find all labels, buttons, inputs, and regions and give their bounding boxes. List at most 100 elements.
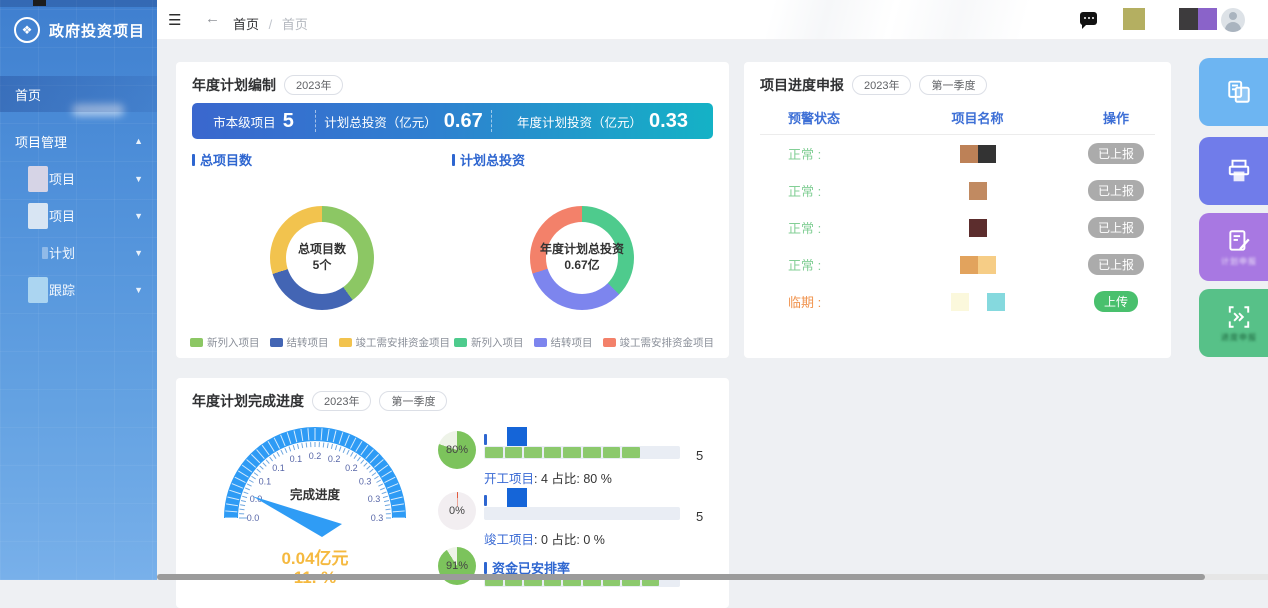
app-logo-icon: ❖ (14, 17, 40, 43)
section-accent-bar (192, 154, 195, 166)
reported-button[interactable]: 已上报 (1088, 180, 1144, 201)
message-icon[interactable] (1080, 12, 1097, 25)
legend-item[interactable]: 竣工需安排资金项目 (339, 335, 451, 350)
table-row: 正常 :已上报 (760, 135, 1155, 172)
bar-segment (485, 508, 503, 519)
redacted-bar-marker (507, 488, 527, 507)
reported-button[interactable]: 已上报 (1088, 143, 1144, 164)
sidebar-subitem-跟踪[interactable]: 跟踪▼ (0, 271, 157, 308)
stat-annual-investment: 年度计划投资（亿元） 0.33 (492, 110, 713, 133)
horizontal-scrollbar[interactable] (157, 574, 1268, 580)
table-row: 正常 : 已上报 (760, 209, 1155, 246)
sidebar-subitem-计划[interactable]: 计划▼ (0, 234, 157, 271)
sidebar-group-project-management[interactable]: 项目管理 ▲ (0, 122, 157, 160)
warning-status: 正常 : (760, 255, 878, 274)
back-arrow-icon[interactable]: ← (205, 10, 220, 27)
bar-segment (642, 508, 660, 519)
progress-bar-started (484, 446, 680, 459)
svg-text:0.2: 0.2 (345, 463, 358, 473)
redacted-badge-olive[interactable] (1123, 8, 1145, 30)
legend-item[interactable]: 结转项目 (534, 335, 593, 350)
sidebar-collapse-icon[interactable]: ☰ (168, 11, 181, 29)
column-warning-status: 预警状态 (760, 108, 878, 127)
sidebar-subitem-项目[interactable]: 项目▼ (0, 197, 157, 234)
breadcrumb-current[interactable]: 首页 (233, 17, 259, 32)
sidebar-submenu: 项目▼项目▼计划▼跟踪▼ (0, 160, 157, 308)
bar-segment (603, 447, 621, 458)
quick-action-label: 计划申报 (1221, 256, 1257, 267)
project-name-redacted (878, 182, 1077, 200)
breadcrumb-root[interactable]: 首页 (282, 17, 308, 32)
quarter-filter-badge[interactable]: 第一季度 (919, 75, 987, 95)
chevron-down-icon: ▼ (134, 285, 143, 295)
panel-progress-report-title: 项目进度申报 (760, 75, 844, 95)
chevron-up-icon: ▲ (134, 136, 143, 146)
quick-action-plan-declare-button[interactable]: 计划申报 (1199, 213, 1268, 281)
breadcrumb-separator: / (269, 17, 273, 32)
legend-swatch (603, 338, 616, 347)
legend-item[interactable]: 新列入项目 (454, 335, 524, 350)
svg-text:0.1: 0.1 (272, 463, 285, 473)
section-accent-bar (484, 562, 487, 574)
quick-action-plan-compile-button[interactable] (1199, 58, 1268, 126)
bar-segment (563, 508, 581, 519)
mini-pie-completed: 0% (438, 492, 476, 530)
bar-segment (642, 447, 660, 458)
bar-segment (583, 447, 601, 458)
redaction-block (978, 145, 996, 163)
sidebar-top-notch (33, 0, 46, 6)
table-row: 正常 :已上报 (760, 172, 1155, 209)
topbar-streaks (157, 0, 1268, 39)
bar-segment (544, 508, 562, 519)
gauge-value: 0.04亿元 (235, 544, 395, 569)
printer-icon (1226, 158, 1252, 184)
legend-item[interactable]: 竣工需安排资金项目 (603, 335, 715, 350)
donut-chart-total-projects[interactable]: 总项目数 5个 (270, 206, 374, 310)
document-edit-icon (1226, 228, 1252, 254)
bar-segment (661, 508, 679, 519)
bar-segment (544, 447, 562, 458)
bar-segment (485, 447, 503, 458)
column-project-name: 项目名称 (878, 108, 1077, 127)
reported-button[interactable]: 已上报 (1088, 254, 1144, 275)
bar-caption-completed: 竣工项目: 0 占比: 0 % (484, 529, 605, 548)
sidebar: ❖ 政府投资项目 首页 项目管理 ▲ 项目▼项目▼计划▼跟踪▼ (0, 0, 157, 580)
redaction-block (28, 203, 48, 229)
bar-segment (524, 447, 542, 458)
donut-chart-annual-investment[interactable]: 年度计划总投资 0.67亿 (530, 206, 634, 310)
reported-button[interactable]: 已上报 (1088, 217, 1144, 238)
redaction-block (969, 182, 987, 200)
topbar: ☰ ← 首页 / 首页 (157, 0, 1268, 40)
project-name-redacted (878, 145, 1077, 163)
chevron-down-icon: ▼ (134, 211, 143, 221)
legend-item[interactable]: 结转项目 (270, 335, 329, 350)
user-avatar[interactable] (1221, 8, 1245, 32)
legend-swatch (270, 338, 283, 347)
redacted-bar-marker (507, 427, 527, 446)
legend-item[interactable]: 新列入项目 (190, 335, 260, 350)
redaction-block (951, 293, 969, 311)
sidebar-item-home[interactable]: 首页 (0, 76, 157, 112)
quick-action-print-button[interactable] (1199, 137, 1268, 205)
redacted-badge-dark[interactable] (1179, 8, 1198, 30)
bar-segment (563, 447, 581, 458)
warning-status: 正常 : (760, 218, 878, 237)
upload-button[interactable]: 上传 (1094, 291, 1138, 312)
redaction-block (960, 145, 978, 163)
svg-text:0.2: 0.2 (309, 451, 322, 461)
warning-status: 临期 : (760, 292, 878, 311)
chevron-down-icon: ▼ (134, 174, 143, 184)
sidebar-subitem-项目[interactable]: 项目▼ (0, 160, 157, 197)
bar-segment (661, 447, 679, 458)
stat-total-investment: 计划总投资（亿元） 0.67 (316, 110, 491, 133)
scrollbar-thumb[interactable] (157, 574, 1205, 580)
quick-action-progress-declare-button[interactable]: 进度申报 (1199, 289, 1268, 357)
year-filter-badge[interactable]: 2023年 (852, 75, 911, 95)
legend-total-projects: 新列入项目结转项目竣工需安排资金项目 (190, 335, 450, 350)
year-filter-badge[interactable]: 2023年 (284, 75, 343, 95)
bar-segment (505, 508, 523, 519)
app-logo: ❖ 政府投资项目 (14, 17, 145, 43)
redaction-block (987, 293, 1005, 311)
redacted-badge-purple[interactable] (1198, 8, 1217, 30)
redaction-block (28, 277, 48, 303)
